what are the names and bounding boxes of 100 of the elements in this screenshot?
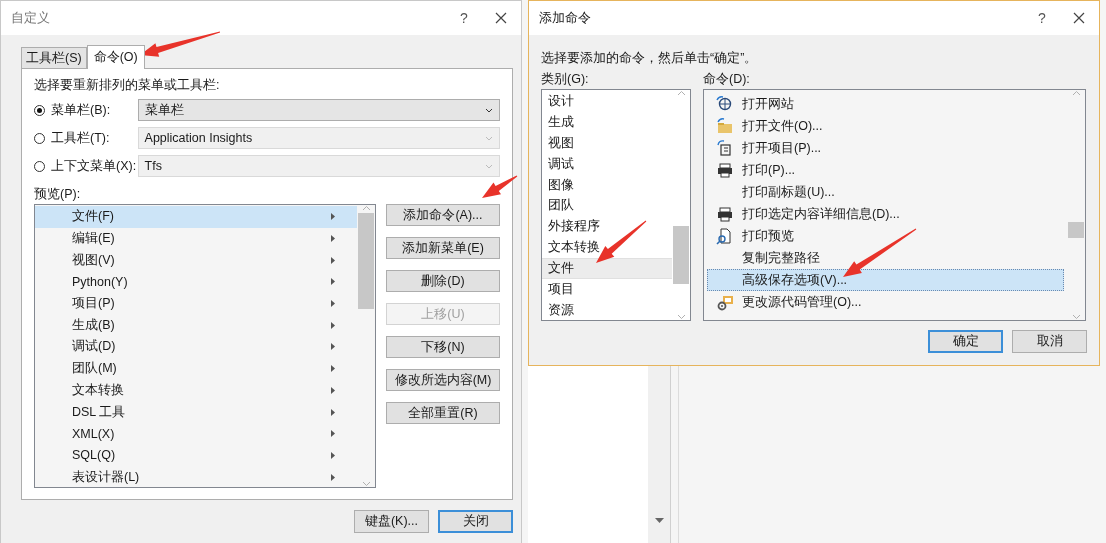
button[interactable]: 确定 <box>928 330 1003 353</box>
list-item[interactable]: 打印(P)... <box>707 159 1064 181</box>
printer-icon <box>716 205 734 223</box>
menu-item[interactable]: 文件(F) <box>35 206 357 228</box>
scrollbar-thumb[interactable] <box>1068 222 1084 238</box>
window-title: 自定义 <box>11 9 51 27</box>
submenu-arrow-icon <box>331 430 335 438</box>
section-label: 命令(D): <box>703 71 751 88</box>
button[interactable]: 取消 <box>1012 330 1087 353</box>
dropdown-arrow-icon <box>654 518 664 523</box>
submenu-arrow-icon <box>331 365 335 373</box>
menu-item[interactable]: 视图(V) <box>35 249 357 272</box>
section-label: 类别(G): <box>541 71 590 88</box>
menu-item[interactable]: 生成(B) <box>35 314 357 337</box>
scrollbar-thumb[interactable] <box>673 226 689 284</box>
radio-button[interactable]: 上下文菜单(X): <box>34 157 138 175</box>
button[interactable]: 修改所选内容(M) <box>386 369 500 391</box>
list-item[interactable]: 打开网站 <box>707 93 1064 115</box>
button[interactable]: 键盘(K)... <box>354 510 429 533</box>
scroll-down-icon <box>1071 314 1081 320</box>
submenu-arrow-icon <box>331 408 335 416</box>
help-button[interactable]: ? <box>449 10 479 26</box>
scrollbar[interactable] <box>357 205 375 487</box>
list-item[interactable]: 打开文件(O)... <box>707 115 1064 137</box>
menu-item[interactable]: 文本转换 <box>35 379 357 402</box>
dropdown[interactable]: 菜单栏 <box>137 99 500 121</box>
button[interactable]: 删除(D) <box>386 270 500 292</box>
menu-item[interactable]: 编辑(E) <box>35 227 357 250</box>
section-label: 预览(P): <box>34 186 82 203</box>
list-item[interactable]: 文件 <box>542 258 672 279</box>
list-item[interactable]: 项目 <box>542 279 672 300</box>
submenu-arrow-icon <box>331 278 335 286</box>
menu-item[interactable]: Python(Y) <box>35 271 357 293</box>
tab[interactable]: 命令(O) <box>86 45 145 69</box>
button[interactable]: 添加新菜单(E) <box>386 237 500 259</box>
prompt-text: 选择要添加的命令，然后单击“确定”。 <box>541 49 759 67</box>
tab[interactable]: 工具栏(S) <box>21 47 87 68</box>
scrollbar[interactable] <box>672 90 690 320</box>
dropdown[interactable]: Tfs <box>137 155 500 177</box>
arrow-annotation <box>482 175 518 198</box>
close-icon[interactable] <box>495 12 507 24</box>
menu-item[interactable]: 团队(M) <box>35 357 357 380</box>
chevron-down-icon <box>485 135 493 141</box>
menu-item[interactable]: XML(X) <box>35 422 357 445</box>
dropdown[interactable]: Application Insights <box>137 127 500 149</box>
list-item[interactable]: 调试 <box>542 153 672 175</box>
menu-item[interactable]: 调试(D) <box>35 336 357 358</box>
list-item[interactable]: 打开项目(P)... <box>707 137 1064 159</box>
submenu-arrow-icon <box>331 451 335 459</box>
menu-item[interactable]: 项目(P) <box>35 292 357 315</box>
submenu-arrow-icon <box>331 321 335 329</box>
submenu-arrow-icon <box>331 386 335 394</box>
button[interactable]: 关闭 <box>438 510 513 533</box>
list-item[interactable]: 打印副标题(U)... <box>707 181 1064 203</box>
list-item[interactable]: 生成 <box>542 111 672 133</box>
submenu-arrow-icon <box>331 300 335 308</box>
scroll-up-icon <box>361 205 371 211</box>
list-item[interactable]: 外接程序 <box>542 216 672 238</box>
chevron-down-icon <box>485 163 493 169</box>
scroll-up-icon <box>676 90 686 96</box>
list-item[interactable]: 打印选定内容详细信息(D)... <box>707 203 1064 225</box>
menu-item[interactable]: DSL 工具 <box>35 401 357 423</box>
menu-item[interactable]: SQL(Q) <box>35 444 357 467</box>
menu-item[interactable]: 表设计器(L) <box>35 466 357 487</box>
list-item[interactable]: 打印预览 <box>707 225 1064 247</box>
scrollbar[interactable] <box>1067 90 1085 320</box>
gear-icon <box>716 293 734 311</box>
globe-icon <box>716 95 734 113</box>
scrollbar-thumb[interactable] <box>358 213 374 309</box>
scroll-up-icon <box>1071 90 1081 96</box>
submenu-arrow-icon <box>331 343 335 351</box>
help-button[interactable]: ? <box>1027 10 1057 26</box>
list-item[interactable]: 复制完整路径 <box>707 247 1064 269</box>
list-item[interactable]: 资源 <box>542 299 672 320</box>
submenu-arrow-icon <box>331 256 335 264</box>
scroll-down-icon <box>676 314 686 320</box>
button[interactable]: 添加命令(A)... <box>386 204 500 226</box>
window-title: 添加命令 <box>539 9 592 27</box>
list-item[interactable]: 更改源代码管理(O)... <box>707 291 1064 313</box>
list-item[interactable]: 设计 <box>542 91 672 112</box>
list-item[interactable]: 视图 <box>542 132 672 154</box>
printer-icon <box>716 161 734 179</box>
document-icon <box>716 139 734 157</box>
scroll-down-icon <box>361 481 371 487</box>
submenu-arrow-icon <box>331 235 335 243</box>
print-preview-icon <box>716 227 734 245</box>
radio-button[interactable]: 工具栏(T): <box>34 129 138 147</box>
radio-button[interactable]: 菜单栏(B): <box>34 101 138 119</box>
submenu-arrow-icon <box>331 213 335 221</box>
folder-icon <box>716 117 734 135</box>
list-item[interactable]: 团队 <box>542 195 672 217</box>
submenu-arrow-icon <box>331 473 335 481</box>
list-item[interactable]: 文本转换 <box>542 237 672 259</box>
button[interactable]: 全部重置(R) <box>386 402 500 424</box>
list-item[interactable]: 高级保存选项(V)... <box>707 269 1064 291</box>
list-item[interactable]: 图像 <box>542 174 672 196</box>
chevron-down-icon <box>485 107 493 113</box>
prompt-text: 选择要重新排列的菜单或工具栏: <box>34 77 221 94</box>
close-icon[interactable] <box>1073 12 1085 24</box>
button[interactable]: 下移(N) <box>386 336 500 358</box>
